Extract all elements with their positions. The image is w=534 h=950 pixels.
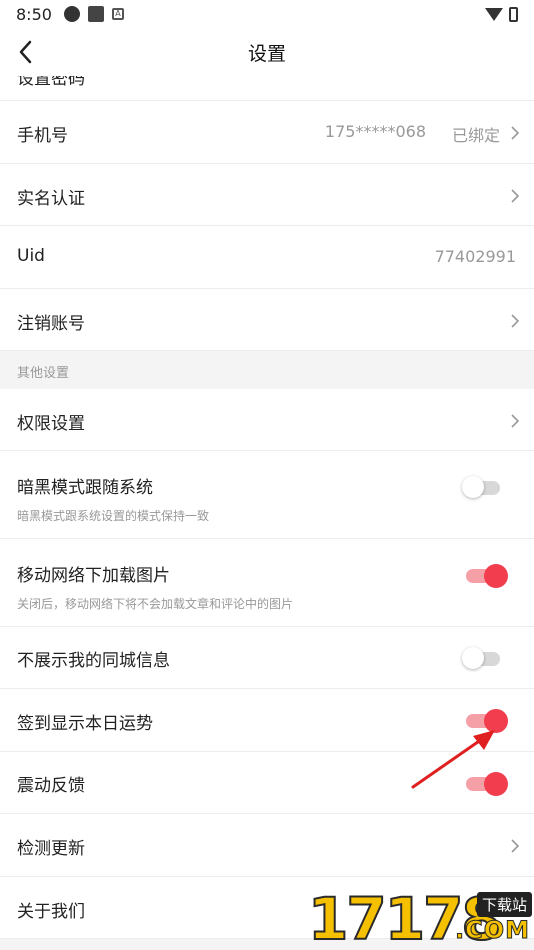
- status-time: 8:50: [16, 4, 52, 24]
- uid-label: Uid: [17, 246, 45, 266]
- status-bar: 8:50 A: [0, 0, 534, 28]
- a-notification-icon: A: [111, 8, 124, 20]
- permissions-label: 权限设置: [17, 414, 85, 434]
- mobile-images-description: 关闭后，移动网络下将不会加载文章和评论中的图片: [17, 597, 294, 611]
- list-item-uid: Uid 77402991: [0, 226, 534, 289]
- phone-label: 手机号: [17, 126, 68, 146]
- status-notification-icons: A: [63, 6, 124, 22]
- dark-mode-description: 暗黑模式跟系统设置的模式保持一致: [17, 509, 210, 523]
- list-item-mobile-images: 移动网络下加载图片 关闭后，移动网络下将不会加载文章和评论中的图片: [0, 539, 534, 627]
- list-item-permissions[interactable]: 权限设置: [0, 389, 534, 451]
- list-item-set-password[interactable]: 设置密码: [0, 76, 534, 101]
- vibration-label: 震动反馈: [17, 776, 85, 796]
- dark-mode-label: 暗黑模式跟随系统: [17, 478, 153, 498]
- app-header: 设置: [0, 28, 534, 76]
- checkin-fortune-toggle[interactable]: [466, 709, 508, 733]
- section-header-other: 其他设置: [0, 351, 534, 389]
- list-item-phone[interactable]: 手机号 175*****068 已绑定: [0, 101, 534, 164]
- battery-icon: [509, 6, 518, 22]
- dark-mode-toggle[interactable]: [462, 476, 504, 498]
- chevron-right-icon: [511, 126, 520, 140]
- about-label: 关于我们: [17, 902, 85, 922]
- uid-value: 77402991: [434, 247, 516, 266]
- mobile-images-toggle[interactable]: [466, 564, 508, 588]
- set-password-label: 设置密码: [17, 76, 85, 89]
- realname-label: 实名认证: [17, 189, 85, 209]
- list-item-checkin-fortune: 签到显示本日运势: [0, 689, 534, 752]
- square-notification-icon: [87, 6, 104, 22]
- hide-city-label: 不展示我的同城信息: [17, 651, 170, 671]
- chevron-right-icon: [511, 839, 520, 853]
- mobile-images-label: 移动网络下加载图片: [17, 566, 170, 586]
- check-update-label: 检测更新: [17, 839, 85, 859]
- list-item-check-update[interactable]: 检测更新: [0, 814, 534, 877]
- toggle-knob: [484, 772, 508, 796]
- watermark-badge: 下载站: [476, 892, 532, 917]
- site-watermark: 17178 下载站 .COM: [307, 887, 534, 950]
- settings-list: 设置密码 手机号 175*****068 已绑定 实名认证 Uid 774029…: [0, 76, 534, 939]
- app-notification-icon: [63, 6, 80, 22]
- wifi-icon: [485, 7, 503, 21]
- list-item-hide-city: 不展示我的同城信息: [0, 627, 534, 689]
- section-title: 其他设置: [17, 366, 70, 381]
- list-item-realname[interactable]: 实名认证: [0, 164, 534, 226]
- chevron-right-icon: [511, 189, 520, 203]
- vibration-toggle[interactable]: [466, 772, 508, 796]
- phone-number-value: 175*****068: [324, 122, 426, 141]
- chevron-right-icon: [511, 314, 520, 328]
- page-title: 设置: [247, 42, 286, 65]
- list-item-vibration: 震动反馈: [0, 752, 534, 814]
- toggle-knob: [484, 564, 508, 588]
- list-item-cancel-account[interactable]: 注销账号: [0, 289, 534, 351]
- cancel-account-label: 注销账号: [17, 314, 85, 334]
- status-system-icons: [485, 6, 518, 22]
- phone-bound-status: 已绑定: [451, 126, 500, 145]
- toggle-knob: [484, 709, 508, 733]
- toggle-knob: [462, 476, 484, 498]
- checkin-fortune-label: 签到显示本日运势: [17, 714, 153, 734]
- toggle-knob: [462, 647, 484, 669]
- list-item-dark-mode: 暗黑模式跟随系统 暗黑模式跟系统设置的模式保持一致: [0, 451, 534, 539]
- watermark-domain: .COM: [454, 916, 530, 945]
- chevron-right-icon: [511, 414, 520, 428]
- hide-city-toggle[interactable]: [462, 647, 504, 669]
- back-arrow-icon[interactable]: [14, 38, 40, 66]
